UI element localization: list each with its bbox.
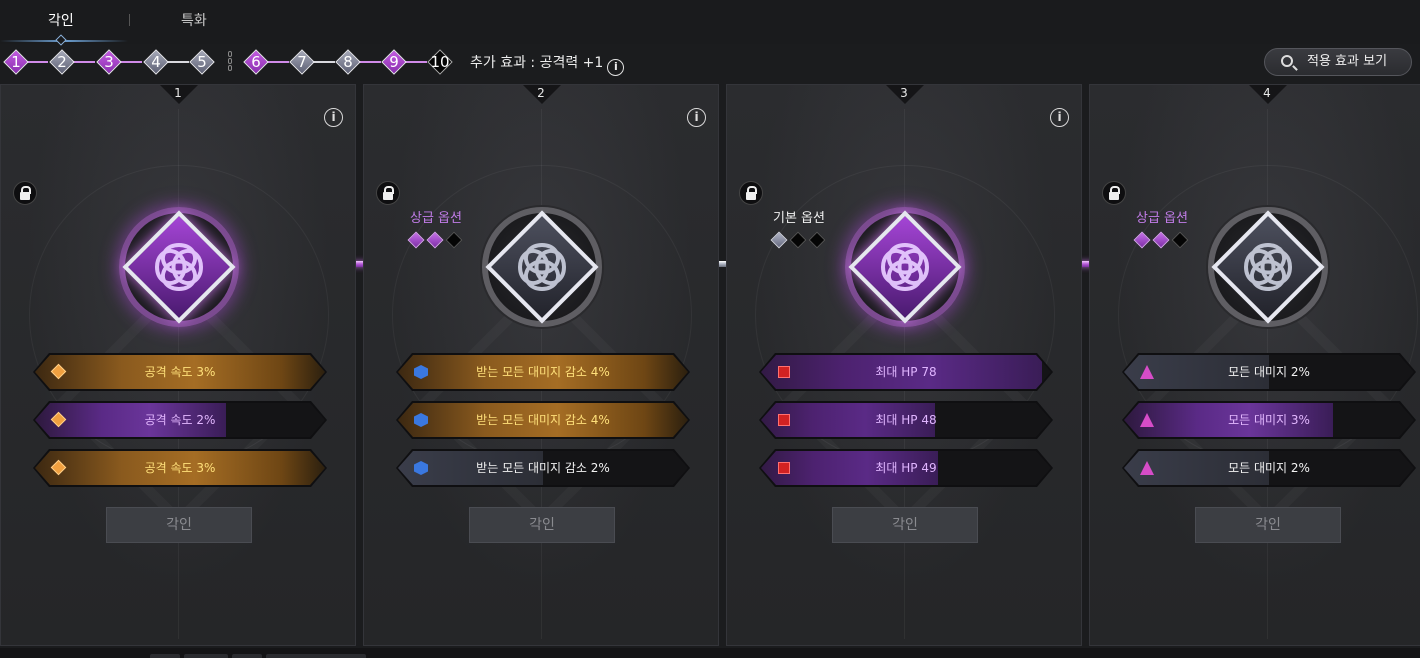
info-icon[interactable]: i xyxy=(687,108,706,127)
engraving-slot-2: 2 i 상급 옵션 받는 모든 대미지 감소 4% 받는 모든 대미지 감소 4% xyxy=(363,84,719,646)
engrave-button[interactable]: 각인 xyxy=(1195,507,1341,543)
level-node-6[interactable]: 6 xyxy=(243,49,269,75)
level-number: 6 xyxy=(251,53,261,71)
effect-row[interactable]: 받는 모든 대미지 감소 2% xyxy=(396,449,690,487)
effect-rows: 받는 모든 대미지 감소 4% 받는 모든 대미지 감소 4% 받는 모든 대미… xyxy=(396,353,690,497)
level-node-10[interactable]: 10 xyxy=(427,49,453,75)
level-node-1[interactable]: 1 xyxy=(3,49,29,75)
level-number: 7 xyxy=(297,53,307,71)
effect-row[interactable]: 최대 HP 78 xyxy=(759,353,1053,391)
option-grade-label: 상급 옵션 xyxy=(1136,211,1188,226)
tab-bar: 각인 특화 xyxy=(0,0,1420,46)
level-number: 3 xyxy=(104,53,114,71)
effect-row[interactable]: 공격 속도 2% xyxy=(33,401,327,439)
effect-text: 모든 대미지 3% xyxy=(1228,413,1310,427)
slot-number: 2 xyxy=(537,86,545,100)
level-node-2[interactable]: 2 xyxy=(49,49,75,75)
slot-number: 1 xyxy=(174,86,182,100)
effect-row[interactable]: 모든 대미지 2% xyxy=(1122,449,1416,487)
tab-engraving[interactable]: 각인 xyxy=(48,10,74,30)
engraving-emblem[interactable] xyxy=(845,207,965,327)
bottom-bar xyxy=(0,648,1420,658)
slot-number: 3 xyxy=(900,86,908,100)
level-number: 10 xyxy=(430,53,450,71)
effect-text: 공격 속도 3% xyxy=(144,365,216,379)
effect-row[interactable]: 받는 모든 대미지 감소 4% xyxy=(396,353,690,391)
view-applied-effects-button[interactable]: 적용 효과 보기 xyxy=(1264,48,1412,76)
view-applied-effects-label: 적용 효과 보기 xyxy=(1307,54,1388,69)
level-number: 1 xyxy=(11,53,21,71)
engraving-emblem[interactable] xyxy=(482,207,602,327)
level-node-4[interactable]: 4 xyxy=(143,49,169,75)
effect-rows: 모든 대미지 2% 모든 대미지 3% 모든 대미지 2% xyxy=(1122,353,1416,497)
level-node-7[interactable]: 7 xyxy=(289,49,315,75)
effect-row[interactable]: 최대 HP 48 xyxy=(759,401,1053,439)
engrave-button[interactable]: 각인 xyxy=(469,507,615,543)
effect-row[interactable]: 모든 대미지 3% xyxy=(1122,401,1416,439)
effect-text: 받는 모든 대미지 감소 4% xyxy=(476,365,610,379)
level-number: 8 xyxy=(343,53,353,71)
effect-rows: 공격 속도 3% 공격 속도 2% 공격 속도 3% xyxy=(33,353,327,497)
effect-text: 최대 HP 48 xyxy=(875,413,937,427)
effect-text: 모든 대미지 2% xyxy=(1228,365,1310,379)
level-number: 4 xyxy=(151,53,161,71)
bonus-effect-text: 추가 효과 : 공격력 +1 xyxy=(470,55,604,71)
effect-row[interactable]: 모든 대미지 2% xyxy=(1122,353,1416,391)
effect-text: 받는 모든 대미지 감소 2% xyxy=(476,461,610,475)
effect-rows: 최대 HP 78 최대 HP 48 최대 HP 49 xyxy=(759,353,1053,497)
level-number: 2 xyxy=(57,53,67,71)
effect-text: 최대 HP 78 xyxy=(875,365,937,379)
lock-icon[interactable] xyxy=(13,181,37,205)
effect-row[interactable]: 최대 HP 49 xyxy=(759,449,1053,487)
level-node-3[interactable]: 3 xyxy=(96,49,122,75)
level-node-8[interactable]: 8 xyxy=(335,49,361,75)
bonus-effect: 추가 효과 : 공격력 +1 i xyxy=(470,52,625,76)
info-icon[interactable]: i xyxy=(607,59,625,76)
celtic-knot-icon xyxy=(880,242,930,292)
level-node-5[interactable]: 5 xyxy=(189,49,215,75)
effect-row[interactable]: 공격 속도 3% xyxy=(33,449,327,487)
effect-row[interactable]: 공격 속도 3% xyxy=(33,353,327,391)
celtic-knot-icon xyxy=(517,242,567,292)
engrave-button[interactable]: 각인 xyxy=(106,507,252,543)
level-number: 5 xyxy=(197,53,207,71)
tab-specialization[interactable]: 특화 xyxy=(181,10,207,30)
effect-text: 공격 속도 3% xyxy=(144,461,216,475)
celtic-knot-icon xyxy=(154,242,204,292)
lock-icon[interactable] xyxy=(739,181,763,205)
effect-text: 받는 모든 대미지 감소 4% xyxy=(476,413,610,427)
effect-text: 공격 속도 2% xyxy=(144,413,216,427)
level-track: 1 2 3 4 5 6 7 8 9 10 추가 효과 : 공격력 +1 i 적용 … xyxy=(0,44,1420,80)
option-grade-label: 기본 옵션 xyxy=(773,211,825,226)
level-node-9[interactable]: 9 xyxy=(381,49,407,75)
lock-icon[interactable] xyxy=(1102,181,1126,205)
option-grade-label: 상급 옵션 xyxy=(410,211,462,226)
engraving-slot-4: 4 상급 옵션 모든 대미지 2% 모든 대미지 3% 모든 대미지 2% 각인 xyxy=(1089,84,1420,646)
tab-divider xyxy=(129,14,130,26)
chain-link-icon xyxy=(227,50,233,74)
lock-icon[interactable] xyxy=(376,181,400,205)
info-icon[interactable]: i xyxy=(324,108,343,127)
engraving-slot-1: 1i 공격 속도 3% 공격 속도 2% 공격 속도 3% 각인 xyxy=(0,84,356,646)
search-icon xyxy=(1281,55,1293,67)
effect-text: 최대 HP 49 xyxy=(875,461,937,475)
engraving-emblem[interactable] xyxy=(119,207,239,327)
level-number: 9 xyxy=(389,53,399,71)
info-icon[interactable]: i xyxy=(1050,108,1069,127)
slot-number: 4 xyxy=(1263,86,1271,100)
engraving-emblem[interactable] xyxy=(1208,207,1328,327)
effect-text: 모든 대미지 2% xyxy=(1228,461,1310,475)
engraving-slot-3: 3 i 기본 옵션 최대 HP 78 최대 HP 48 최대 HP 49 각인 xyxy=(726,84,1082,646)
engrave-button[interactable]: 각인 xyxy=(832,507,978,543)
celtic-knot-icon xyxy=(1243,242,1293,292)
effect-row[interactable]: 받는 모든 대미지 감소 4% xyxy=(396,401,690,439)
